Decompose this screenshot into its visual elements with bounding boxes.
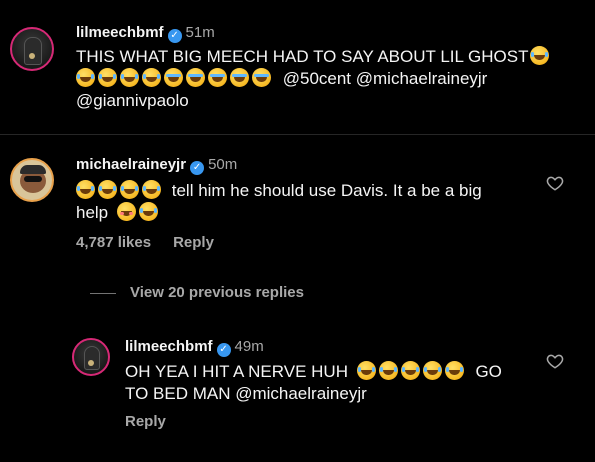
laughing-emoji-icon — [120, 180, 139, 199]
view-replies-label[interactable]: View 20 previous replies — [130, 284, 304, 301]
laughing-emoji-icon — [98, 180, 117, 199]
comment-text: tell him he should use Davis. It a be a … — [171, 181, 482, 200]
reply-username[interactable]: lilmeechbmf — [125, 338, 213, 355]
laughing-emoji-icon — [444, 361, 464, 380]
avatar-figure — [24, 37, 42, 65]
avatar-glasses — [24, 176, 42, 182]
comment-time: 50m — [208, 156, 238, 173]
reply-text: OH YEA I HIT A NERVE HUH — [125, 362, 348, 381]
comment-mentions[interactable]: @50cent @michaelraineyjr — [283, 69, 488, 88]
laughing-emoji-icon — [422, 361, 442, 380]
likes-count[interactable]: 4,787 likes — [76, 234, 151, 251]
reply-button[interactable]: Reply — [125, 413, 166, 430]
crying-emoji-icon — [164, 68, 183, 87]
avatar-cap — [20, 165, 46, 174]
reply-text: TO BED MAN @michaelraineyjr — [125, 384, 367, 403]
comment-text: help — [76, 203, 109, 222]
laughing-emoji-icon — [120, 68, 139, 87]
crying-emoji-icon — [208, 68, 227, 87]
verified-badge-icon: ✓ — [190, 161, 205, 175]
view-previous-replies-button[interactable]: View 20 previous replies — [90, 284, 304, 301]
comment-text: THIS WHAT BIG MEECH HAD TO SAY ABOUT LIL… — [76, 47, 529, 66]
comment-michaelraineyjr: michaelraineyjr ✓ 50m tell him he should u… — [0, 136, 595, 266]
reply-text: GO — [475, 362, 502, 381]
crying-emoji-icon — [252, 68, 271, 87]
blushing-emoji-icon — [116, 202, 136, 221]
avatar[interactable] — [10, 158, 54, 202]
laughing-emoji-icon — [356, 361, 376, 380]
comment-username[interactable]: michaelraineyjr — [76, 156, 186, 173]
laughing-emoji-icon — [76, 68, 95, 87]
laughing-emoji-icon — [530, 46, 550, 65]
comment-mention[interactable]: @giannivpaolo — [76, 91, 189, 110]
laughing-emoji-icon — [98, 68, 117, 87]
laughing-emoji-icon — [138, 202, 158, 221]
avatar-figure — [84, 346, 100, 370]
reply-button[interactable]: Reply — [173, 234, 214, 251]
crying-emoji-icon — [186, 68, 205, 87]
laughing-emoji-icon — [142, 68, 161, 87]
verified-badge-icon: ✓ — [167, 29, 182, 43]
laughing-emoji-icon — [142, 180, 161, 199]
laughing-emoji-icon — [400, 361, 420, 380]
verified-badge-icon: ✓ — [216, 343, 231, 357]
reply-lilmeechbmf: lilmeechbmf ✓ 49m OH YEA I HIT A NERVE HUH… — [0, 326, 595, 462]
avatar-chain — [29, 53, 35, 59]
avatar[interactable] — [10, 27, 54, 71]
comment-username[interactable]: lilmeechbmf — [76, 24, 164, 41]
laughing-emoji-icon — [76, 180, 95, 199]
comment-time: 51m — [185, 24, 215, 41]
avatar[interactable] — [72, 338, 110, 376]
avatar-chain — [88, 360, 94, 366]
divider — [0, 134, 595, 135]
heart-outline-icon[interactable] — [546, 174, 564, 192]
comment-lilmeechbmf: lilmeechbmf ✓ 51m THIS WHAT BIG MEECH HAD … — [0, 0, 595, 132]
laughing-emoji-icon — [378, 361, 398, 380]
heart-outline-icon[interactable] — [546, 352, 564, 370]
replies-line — [90, 292, 116, 294]
reply-time: 49m — [234, 338, 264, 355]
crying-emoji-icon — [230, 68, 249, 87]
